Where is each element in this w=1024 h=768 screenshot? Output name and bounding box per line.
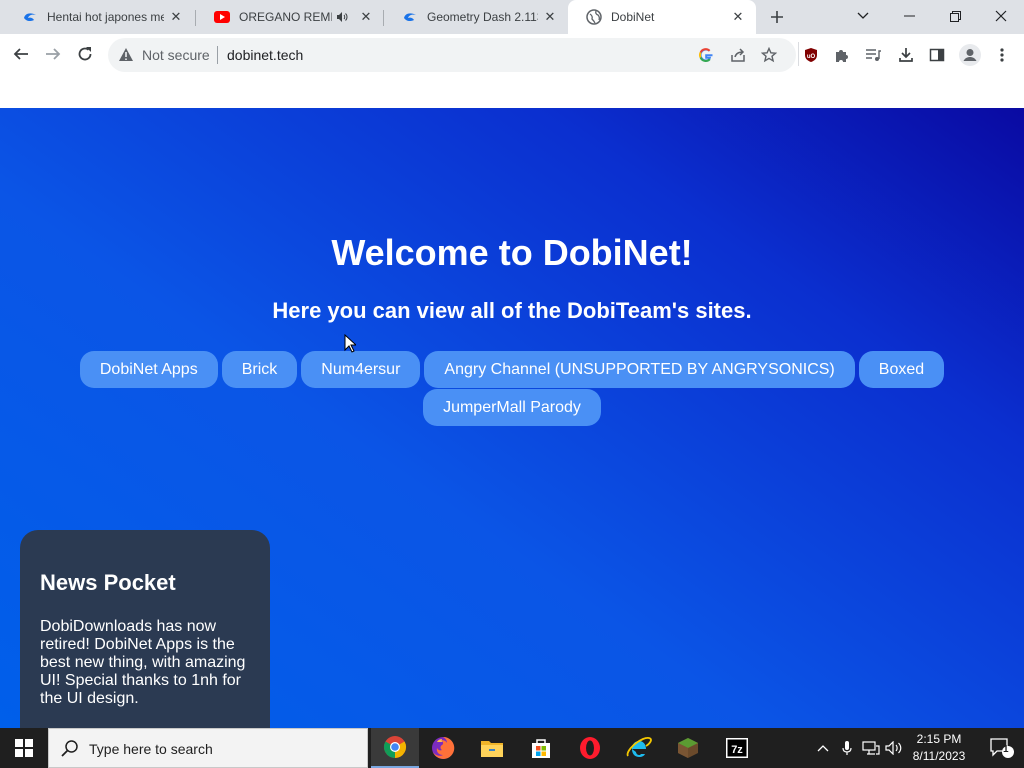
site-buttons: DobiNet Apps Brick Num4ersur Angry Chann… xyxy=(75,351,949,426)
extensions-puzzle-icon[interactable] xyxy=(827,40,857,70)
jumpermall-parody-button[interactable]: JumperMall Parody xyxy=(423,389,601,426)
geometry-dash-icon xyxy=(22,9,38,25)
ublock-icon[interactable]: uO xyxy=(796,40,826,70)
media-control-icon[interactable] xyxy=(858,40,888,70)
tab-hentai[interactable]: Hentai hot japones me ✕ xyxy=(4,0,194,34)
network-icon[interactable] xyxy=(860,728,882,768)
file-explorer-icon[interactable] xyxy=(468,728,516,768)
windows-taskbar: Type here to search 7z 2:15 PM 8/11/2023 xyxy=(0,728,1024,768)
profile-avatar[interactable] xyxy=(955,40,985,70)
forward-button[interactable] xyxy=(38,39,68,69)
tab-geometry-dash[interactable]: Geometry Dash 2.113 ( ✕ xyxy=(384,0,568,34)
news-title: News Pocket xyxy=(40,570,176,595)
search-placeholder: Type here to search xyxy=(89,741,213,757)
new-tab-button[interactable] xyxy=(764,5,790,29)
tab-title: OREGANO REMIX xyxy=(239,10,332,24)
url-text[interactable]: dobinet.tech xyxy=(227,47,303,63)
close-icon[interactable]: ✕ xyxy=(168,9,184,25)
page-subtitle: Here you can view all of the DobiTeam's … xyxy=(272,298,752,323)
share-icon[interactable] xyxy=(728,45,748,65)
news-body: DobiDownloads has now retired! DobiNet A… xyxy=(40,618,246,707)
internet-explorer-icon[interactable] xyxy=(615,728,663,768)
page-title: Welcome to DobiNet! xyxy=(331,232,693,273)
page-top-strip xyxy=(0,76,1024,108)
tab-oregano[interactable]: OREGANO REMIX ✕ xyxy=(196,0,384,34)
windows-logo-icon xyxy=(15,739,33,757)
back-button[interactable] xyxy=(6,39,36,69)
microphone-icon[interactable] xyxy=(838,728,856,768)
chevron-up-icon[interactable] xyxy=(814,728,832,768)
notification-count: 1 xyxy=(1003,744,1009,755)
num4ersur-button[interactable]: Num4ersur xyxy=(301,351,421,388)
tab-title: DobiNet xyxy=(611,10,655,24)
tab-title: Hentai hot japones me xyxy=(47,10,164,24)
google-translate-icon[interactable] xyxy=(696,45,716,65)
restore-button[interactable] xyxy=(932,0,978,32)
notification-center-icon[interactable]: 1 xyxy=(980,728,1024,768)
taskbar-search-box[interactable]: Type here to search xyxy=(48,728,368,768)
opera-icon[interactable] xyxy=(566,728,614,768)
warning-icon[interactable] xyxy=(118,47,134,67)
globe-icon xyxy=(586,9,602,25)
download-icon[interactable] xyxy=(891,40,921,70)
close-icon[interactable]: ✕ xyxy=(542,9,558,25)
tab-title: Geometry Dash 2.113 ( xyxy=(427,10,538,24)
news-pocket-card: News Pocket DobiDownloads has now retire… xyxy=(20,530,270,728)
search-icon xyxy=(61,739,79,762)
geometry-dash-icon xyxy=(402,9,418,25)
start-button[interactable] xyxy=(0,728,48,768)
7zip-icon[interactable]: 7z xyxy=(713,728,761,768)
close-icon[interactable]: ✕ xyxy=(730,9,746,25)
angry-channel-button[interactable]: Angry Channel (UNSUPPORTED BY ANGRYSONIC… xyxy=(424,351,855,388)
close-window-button[interactable] xyxy=(978,0,1024,32)
reload-button[interactable] xyxy=(70,39,100,69)
svg-text:uO: uO xyxy=(807,54,816,60)
speaker-icon[interactable] xyxy=(336,11,348,23)
omnibox-divider xyxy=(217,46,218,64)
security-label[interactable]: Not secure xyxy=(142,47,210,63)
chrome-icon[interactable] xyxy=(371,728,419,768)
brick-button[interactable]: Brick xyxy=(221,351,298,388)
svg-text:7z: 7z xyxy=(731,744,743,756)
clock-time: 2:15 PM xyxy=(916,732,962,746)
address-bar[interactable]: Not secure dobinet.tech xyxy=(108,38,796,72)
side-panel-icon[interactable] xyxy=(922,40,952,70)
volume-icon[interactable] xyxy=(884,728,904,768)
clock-date: 8/11/2023 xyxy=(912,749,966,763)
youtube-icon xyxy=(214,9,230,25)
microsoft-store-icon[interactable] xyxy=(517,728,565,768)
minimize-button[interactable] xyxy=(886,0,932,32)
page-content: Welcome to DobiNet! Here you can view al… xyxy=(0,108,1024,728)
tab-dobinet[interactable]: DobiNet ✕ xyxy=(568,0,756,34)
firefox-icon[interactable] xyxy=(419,728,467,768)
boxed-button[interactable]: Boxed xyxy=(858,351,945,388)
mouse-cursor-icon xyxy=(344,333,358,358)
dobinet-apps-button[interactable]: DobiNet Apps xyxy=(79,351,218,388)
close-icon[interactable]: ✕ xyxy=(358,9,374,25)
bookmark-star-icon[interactable] xyxy=(759,45,779,65)
tab-search-button[interactable] xyxy=(840,0,886,32)
taskbar-clock[interactable]: 2:15 PM 8/11/2023 xyxy=(904,731,974,765)
tab-strip: Hentai hot japones me ✕ OREGANO REMIX ✕ … xyxy=(0,0,1024,34)
minecraft-icon[interactable] xyxy=(664,728,712,768)
menu-kebab-icon[interactable] xyxy=(987,40,1017,70)
